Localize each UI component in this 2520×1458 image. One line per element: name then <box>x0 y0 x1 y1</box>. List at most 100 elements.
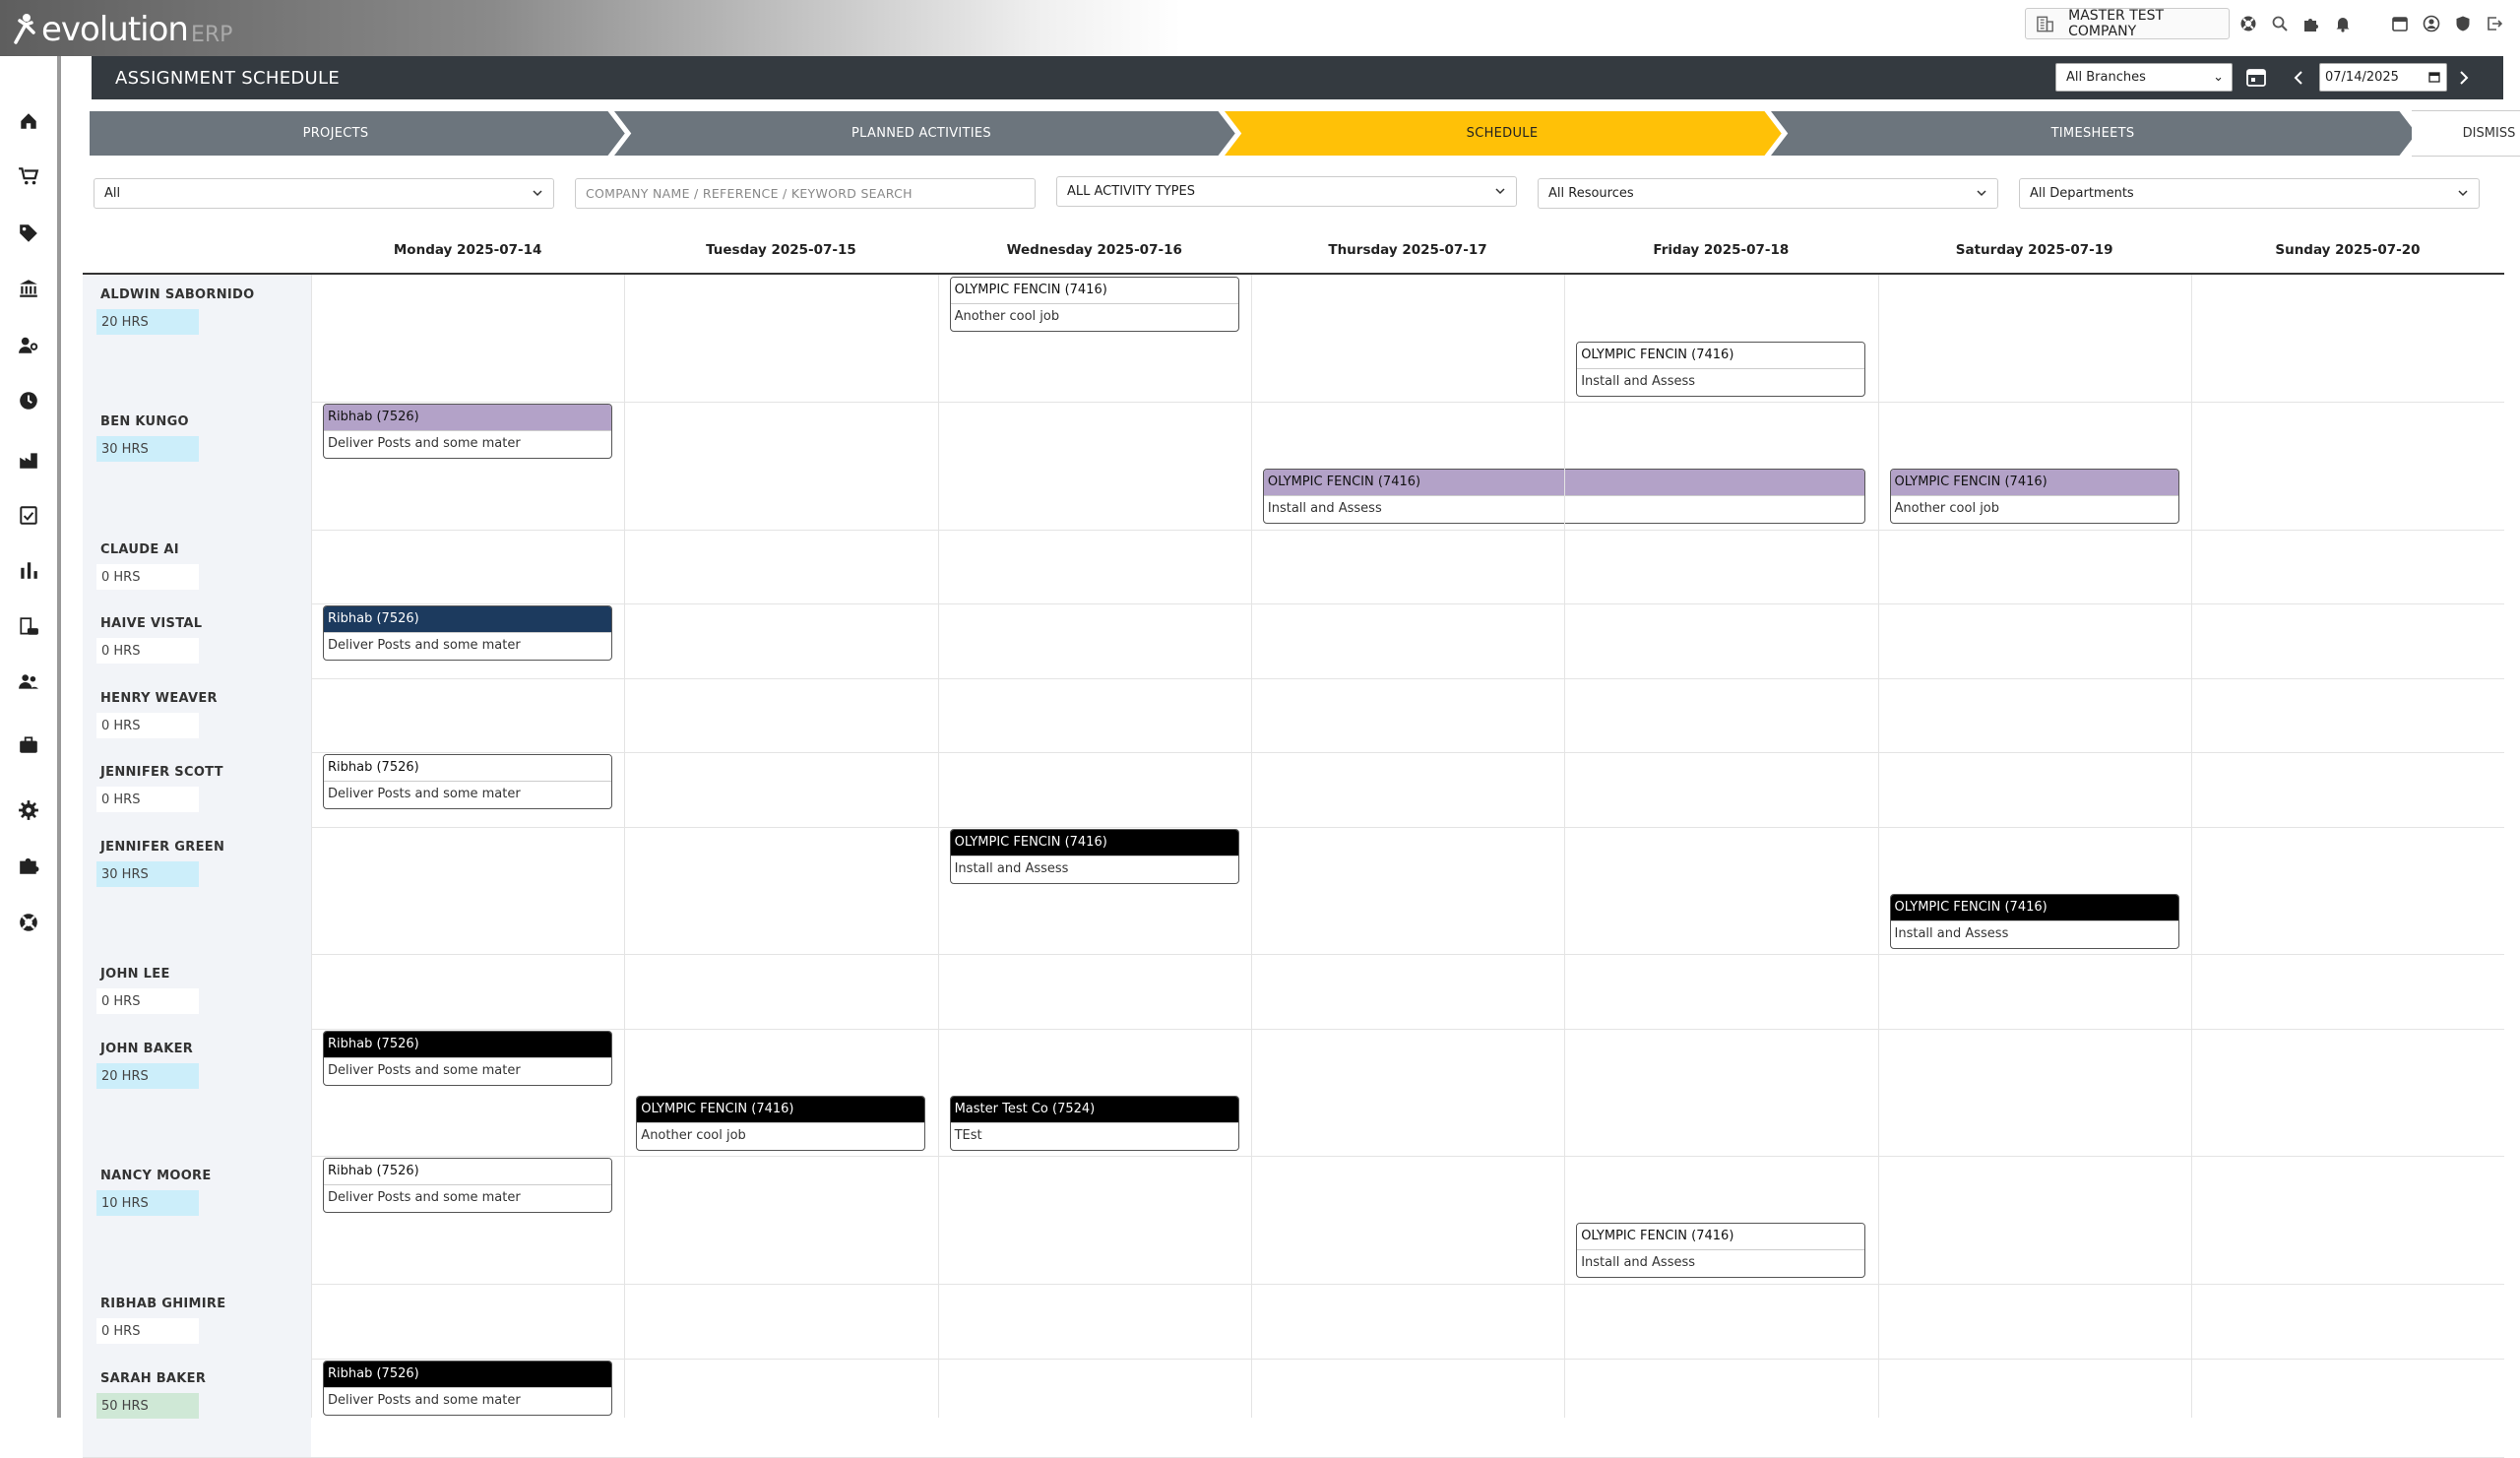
assignment-card[interactable]: OLYMPIC FENCIN (7416) Install and Assess <box>1576 342 1866 397</box>
assignment-title: OLYMPIC FENCIN (7416) <box>1890 895 2178 921</box>
assignment-card[interactable]: OLYMPIC FENCIN (7416) Another cool job <box>1889 469 2179 524</box>
assignment-card[interactable]: OLYMPIC FENCIN (7416) Install and Assess <box>1889 894 2179 949</box>
assignment-card[interactable]: OLYMPIC FENCIN (7416) Install and Assess <box>949 829 1239 884</box>
user-circle-icon[interactable] <box>2420 12 2443 35</box>
bell-icon[interactable] <box>2331 12 2355 35</box>
date-value: 07/14/2025 <box>2325 70 2399 85</box>
nav-users[interactable] <box>0 663 57 702</box>
building-icon <box>2037 16 2053 32</box>
schedule-grid: Monday 2025-07-14 Tuesday 2025-07-15 Wedne… <box>83 236 2504 1458</box>
app-logo[interactable]: evolution ERP <box>12 10 232 49</box>
column-divider <box>937 275 939 1418</box>
assignment-card[interactable]: Ribhab (7526) Deliver Posts and some mate… <box>323 1361 612 1416</box>
assignment-card[interactable]: Ribhab (7526) Deliver Posts and some mate… <box>323 1031 612 1086</box>
assignment-title: OLYMPIC FENCIN (7416) <box>950 278 1238 304</box>
dismiss-button[interactable]: DISMISS <box>2412 110 2520 157</box>
search-input[interactable]: COMPANY NAME / REFERENCE / KEYWORD SEARC… <box>575 178 1036 209</box>
resource-name[interactable]: ALDWIN SABORNIDO <box>100 287 254 302</box>
assignment-title: Master Test Co (7524) <box>950 1097 1238 1123</box>
logout-icon[interactable] <box>2483 12 2506 35</box>
step-planned-activities[interactable]: PLANNED ACTIVITIES <box>626 110 1217 157</box>
nav-factory[interactable] <box>0 440 57 479</box>
resource-name[interactable]: JENNIFER SCOTT <box>100 765 223 780</box>
company-switcher[interactable]: MASTER TEST COMPANY <box>2025 8 2230 39</box>
shield-icon[interactable] <box>2451 12 2475 35</box>
departments-value: All Departments <box>2030 186 2134 201</box>
resource-name[interactable]: SARAH BAKER <box>100 1371 206 1386</box>
nav-bank[interactable] <box>0 269 57 308</box>
nav-lifebuoy[interactable] <box>0 903 57 942</box>
nav-puzzle[interactable] <box>0 846 57 885</box>
assignment-title: OLYMPIC FENCIN (7416) <box>1577 1224 1865 1250</box>
top-bar: evolution ERP MASTER TEST COMPANY <box>0 0 2520 56</box>
resources-value: All Resources <box>1548 186 1634 201</box>
resource-name[interactable]: RIBHAB GHIMIRE <box>100 1297 225 1311</box>
resource-hours-badge: 0 HRS <box>96 638 199 664</box>
assignment-title: OLYMPIC FENCIN (7416) <box>1890 470 2178 496</box>
assignment-card[interactable]: Ribhab (7526) Deliver Posts and some mate… <box>323 605 612 661</box>
resource-name[interactable]: JENNIFER GREEN <box>100 840 224 855</box>
assignment-description: Another cool job <box>1894 501 2000 516</box>
row-divider <box>83 530 2504 531</box>
resource-name[interactable]: JOHN LEE <box>100 967 170 982</box>
assignment-description: Install and Assess <box>1581 1255 1696 1270</box>
chevron-down-icon <box>532 187 543 203</box>
resource-name[interactable]: HAIVE VISTAL <box>100 616 202 631</box>
puzzle-icon[interactable] <box>2300 12 2323 35</box>
search-icon[interactable] <box>2268 12 2292 35</box>
departments-filter[interactable]: All Departments <box>2019 178 2480 209</box>
assignment-card[interactable]: Ribhab (7526) Deliver Posts and some mate… <box>323 1158 612 1213</box>
resource-hours-badge: 20 HRS <box>96 309 199 335</box>
nav-briefcase[interactable] <box>0 726 57 765</box>
resource-name[interactable]: CLAUDE AI <box>100 542 179 557</box>
header-divider <box>83 273 2504 275</box>
step-timesheets[interactable]: TIMESHEETS <box>1783 110 2403 157</box>
nav-user-cog[interactable] <box>0 326 57 365</box>
nav-cart[interactable] <box>0 157 57 196</box>
gear-icon <box>19 800 38 820</box>
resource-name[interactable]: NANCY MOORE <box>100 1169 212 1183</box>
nav-clipboard-check[interactable] <box>0 495 57 535</box>
assignment-card[interactable]: Ribhab (7526) Deliver Posts and some mate… <box>323 754 612 809</box>
nav-building-car[interactable] <box>0 607 57 647</box>
resource-name[interactable]: HENRY WEAVER <box>100 691 218 706</box>
calendar-icon[interactable] <box>2388 12 2412 35</box>
column-divider <box>1250 275 1252 1418</box>
resources-filter[interactable]: All Resources <box>1538 178 1998 209</box>
step-projects[interactable]: PROJECTS <box>85 110 587 157</box>
row-divider <box>83 827 2504 828</box>
prev-week-button[interactable] <box>2289 66 2308 90</box>
next-week-button[interactable] <box>2454 66 2474 90</box>
resource-hours-badge: 30 HRS <box>96 436 199 462</box>
assignment-card[interactable]: OLYMPIC FENCIN (7416) Another cool job <box>636 1096 926 1151</box>
nav-tag[interactable] <box>0 214 57 253</box>
date-input[interactable]: 07/14/2025 <box>2319 63 2447 92</box>
nav-gear[interactable] <box>0 791 57 830</box>
assignment-card[interactable]: Master Test Co (7524) TEst <box>949 1096 1239 1151</box>
lifebuoy-icon[interactable] <box>2236 12 2260 35</box>
chevron-down-icon <box>2457 187 2469 203</box>
assignment-card[interactable]: Ribhab (7526) Deliver Posts and some mate… <box>323 404 612 459</box>
status-filter[interactable]: All <box>94 178 554 209</box>
calendar-button[interactable] <box>2245 66 2269 90</box>
nav-bar-chart[interactable] <box>0 550 57 590</box>
nav-clock[interactable] <box>0 381 57 420</box>
column-divider <box>1564 275 1566 1418</box>
resource-hours-badge: 0 HRS <box>96 564 199 590</box>
branch-select[interactable]: All Branches ⌄ <box>2055 63 2233 92</box>
day-header: Thursday 2025-07-17 <box>1328 242 1487 258</box>
resource-hours-badge: 0 HRS <box>96 713 199 738</box>
tag-icon <box>20 224 37 242</box>
activity-type-filter[interactable]: ALL ACTIVITY TYPES <box>1056 176 1517 207</box>
assignment-card[interactable]: OLYMPIC FENCIN (7416) Another cool job <box>949 277 1239 332</box>
home-icon <box>21 113 36 129</box>
resource-name[interactable]: BEN KUNGO <box>100 414 189 429</box>
nav-home[interactable] <box>0 101 57 141</box>
row-divider <box>83 954 2504 955</box>
resource-name[interactable]: JOHN BAKER <box>100 1042 193 1056</box>
step-schedule[interactable]: SCHEDULE <box>1236 110 1768 157</box>
lifebuoy-icon <box>20 914 37 931</box>
company-name: MASTER TEST COMPANY <box>2068 8 2165 39</box>
resource-hours-badge: 0 HRS <box>96 787 199 812</box>
assignment-card[interactable]: OLYMPIC FENCIN (7416) Install and Assess <box>1576 1223 1866 1278</box>
